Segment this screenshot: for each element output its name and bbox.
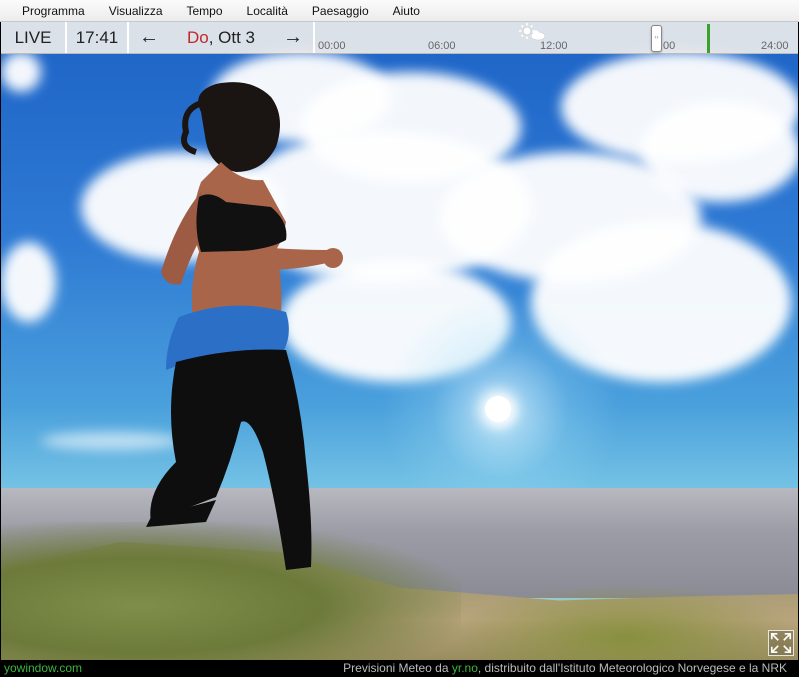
fullscreen-icon[interactable] [768,630,794,656]
timeline-label-2400: 24:00 [761,40,789,52]
timeline-label-0000: 00:00 [318,40,346,52]
menu-aiuto[interactable]: Aiuto [381,0,432,22]
timeline-label-1800: :00 [660,40,676,52]
runner-figure [146,82,343,570]
status-bar: yowindow.com Previsioni Meteo da yr.no, … [0,660,799,677]
menu-programma[interactable]: Programma [10,0,97,22]
menu-visualizza[interactable]: Visualizza [97,0,175,22]
arrow-left-icon[interactable]: ← [139,26,159,49]
date-navigator: ← Do, Ott 3 → [129,22,315,53]
toolbar: LIVE 17:41 ← Do, Ott 3 → 00:00 06:00 12:… [1,22,798,54]
sun-cloud-icon [519,23,546,41]
current-time-marker [707,24,710,53]
menu-bar: Programma Visualizza Tempo Località Paes… [0,0,799,22]
live-button[interactable]: LIVE [1,22,67,53]
credit-prefix: Previsioni Meteo da [343,661,452,675]
timeline-label-0600: 06:00 [428,40,456,52]
date-rest: , Ott 3 [208,27,256,47]
date-day: Do [186,27,209,47]
menu-paesaggio[interactable]: Paesaggio [300,0,381,22]
weather-scene [1,22,798,660]
arrow-right-icon[interactable]: → [283,26,303,49]
date-label: Do, Ott 3 [187,28,255,48]
credit-text: Previsioni Meteo da yr.no, distribuito d… [343,660,787,677]
timeline-handle[interactable]: ‹› [651,25,662,52]
credit-suffix: , distribuito dall'Istituto Meteorologic… [477,661,787,675]
brand-link[interactable]: yowindow.com [4,660,82,677]
menu-tempo[interactable]: Tempo [175,0,235,22]
menu-localita[interactable]: Località [235,0,300,22]
yr-link[interactable]: yr.no [452,661,478,675]
timeline-slider[interactable]: 00:00 06:00 12:00 :00 24:00 ‹› [315,22,798,53]
timeline-label-1200: 12:00 [540,40,568,52]
current-time: 17:41 [67,22,129,53]
